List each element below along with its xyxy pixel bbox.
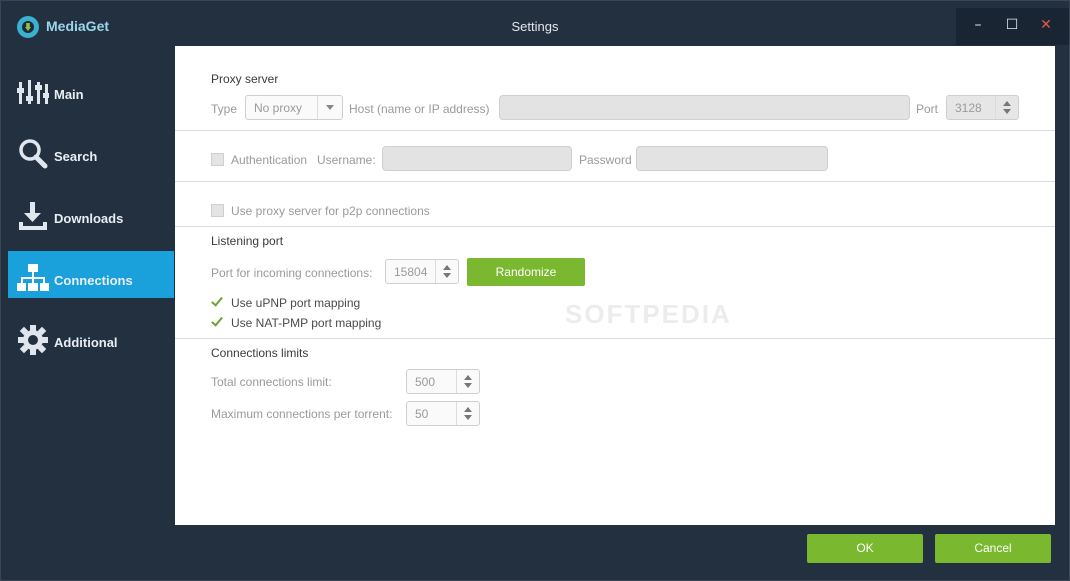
password-input[interactable] [636, 146, 828, 171]
per-torrent-limit-stepper[interactable]: 50 [406, 401, 480, 426]
gear-icon [18, 325, 48, 355]
stepper-arrows[interactable] [435, 260, 458, 283]
cancel-button[interactable]: Cancel [935, 534, 1051, 563]
natpmp-label: Use NAT-PMP port mapping [231, 316, 382, 330]
close-button[interactable]: ✕ [1032, 16, 1060, 36]
p2p-proxy-label: Use proxy server for p2p connections [231, 204, 430, 218]
upnp-label: Use uPNP port mapping [231, 296, 361, 310]
proxy-host-input[interactable] [499, 95, 910, 120]
proxy-type-select[interactable]: No proxy [245, 95, 343, 120]
divider [175, 181, 1055, 182]
proxy-section-title: Proxy server [211, 72, 279, 86]
sidebar-item-main[interactable]: Main [8, 65, 174, 112]
per-torrent-limit-label: Maximum connections per torrent: [211, 407, 393, 421]
sidebar-item-search[interactable]: Search [8, 127, 174, 174]
incoming-port-label: Port for incoming connections: [211, 266, 373, 280]
sidebar-item-label: Downloads [54, 211, 124, 226]
app-window: MediaGet Settings – ☐ ✕ Main Search Down… [0, 0, 1070, 581]
maximize-button[interactable]: ☐ [998, 16, 1026, 36]
minimize-button[interactable]: – [964, 16, 992, 36]
proxy-host-label: Host (name or IP address) [349, 102, 490, 116]
window-title: Settings [511, 19, 559, 34]
listening-section-title: Listening port [211, 234, 284, 248]
sidebar-item-additional[interactable]: Additional [8, 313, 174, 360]
equalizer-icon [17, 80, 49, 104]
stepper-arrows[interactable] [995, 96, 1018, 119]
divider [175, 226, 1055, 227]
settings-panel: Proxy server Type No proxy Host (name or… [175, 46, 1055, 525]
natpmp-checkbox[interactable] [211, 315, 224, 328]
network-icon [17, 264, 49, 291]
randomize-button[interactable]: Randomize [467, 258, 585, 286]
sidebar-item-label: Connections [54, 273, 133, 288]
proxy-port-stepper[interactable]: 3128 [946, 95, 1019, 120]
stepper-arrows[interactable] [456, 402, 479, 425]
sidebar-item-connections[interactable]: Connections [8, 251, 174, 298]
stepper-arrows[interactable] [456, 370, 479, 393]
softpedia-watermark: SOFTPEDIA [565, 299, 732, 329]
proxy-port-label: Port [916, 102, 939, 116]
p2p-proxy-checkbox[interactable] [211, 204, 224, 217]
title-bar: MediaGet Settings – ☐ ✕ [1, 1, 1069, 45]
authentication-checkbox[interactable] [211, 153, 224, 166]
total-limit-stepper[interactable]: 500 [406, 369, 480, 394]
limits-section-title: Connections limits [211, 346, 309, 360]
sidebar-item-label: Additional [54, 335, 118, 350]
sidebar-item-label: Main [54, 87, 84, 102]
ok-button[interactable]: OK [807, 534, 923, 563]
total-limit-label: Total connections limit: [211, 375, 332, 389]
window-controls: – ☐ ✕ [956, 8, 1069, 45]
username-input[interactable] [382, 146, 572, 171]
sidebar-item-downloads[interactable]: Downloads [8, 189, 174, 236]
password-label: Password [579, 153, 632, 167]
username-label: Username: [317, 153, 376, 167]
incoming-port-stepper[interactable]: 15804 [385, 259, 459, 284]
sidebar: Main Search Downloads Connections Additi… [8, 61, 174, 521]
divider [175, 338, 1055, 339]
divider [175, 130, 1055, 131]
chevron-down-icon [317, 96, 342, 119]
upnp-checkbox[interactable] [211, 295, 224, 308]
sidebar-item-label: Search [54, 149, 98, 164]
search-icon [19, 139, 48, 169]
proxy-type-label: Type [211, 102, 238, 116]
authentication-label: Authentication [231, 153, 308, 167]
download-icon [19, 202, 47, 230]
